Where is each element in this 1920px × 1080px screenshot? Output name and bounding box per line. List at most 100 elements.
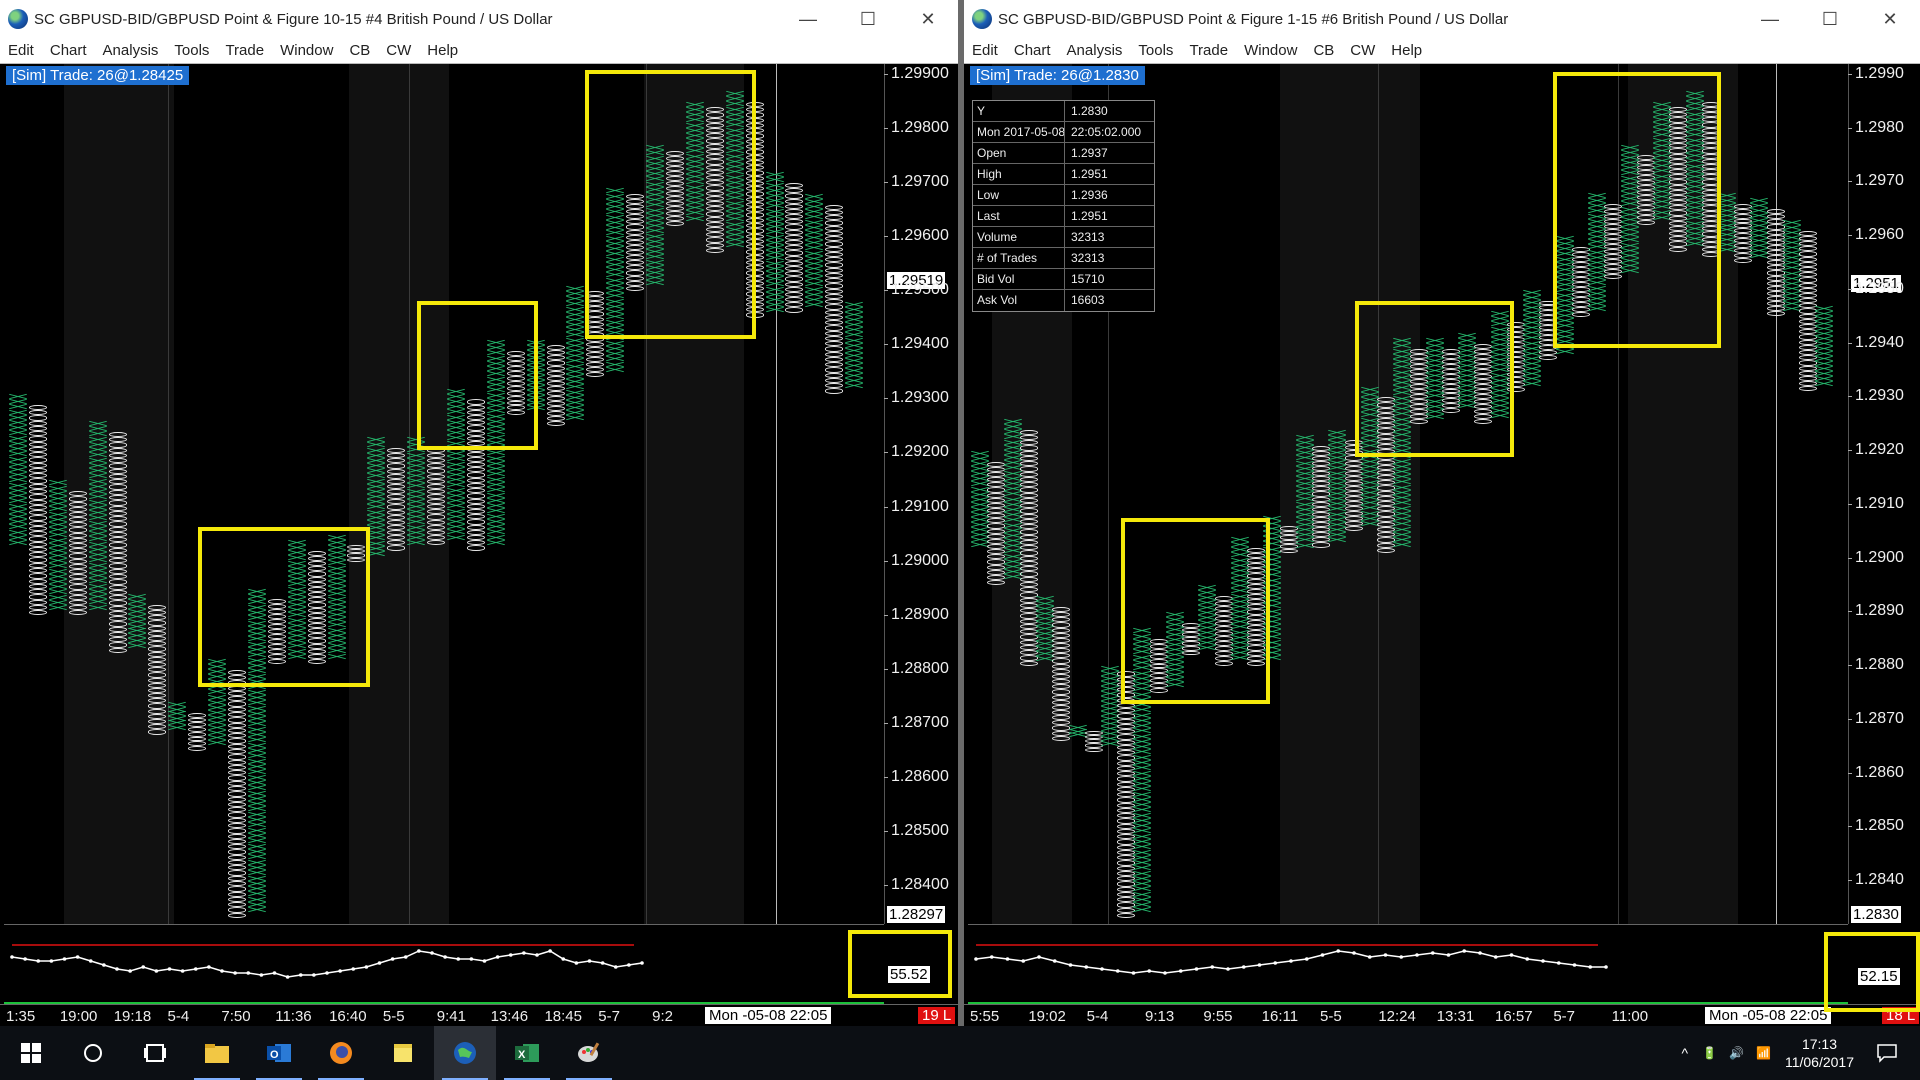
firefox-icon[interactable] <box>310 1026 372 1080</box>
menu-edit[interactable]: Edit <box>0 42 42 59</box>
o-box <box>148 677 167 683</box>
o-box <box>1019 450 1038 456</box>
o-box <box>785 250 804 256</box>
task-view-icon[interactable] <box>124 1026 186 1080</box>
o-box <box>427 468 446 474</box>
title-bar[interactable]: SC GBPUSD-BID/GBPUSD Point & Figure 10-1… <box>0 0 958 38</box>
wifi-icon[interactable]: 📶 <box>1756 1046 1771 1060</box>
menu-window[interactable]: Window <box>1236 42 1305 59</box>
volume-icon[interactable]: 🔊 <box>1729 1046 1744 1060</box>
chart-window-left[interactable]: SC GBPUSD-BID/GBPUSD Point & Figure 10-1… <box>0 0 958 1026</box>
pnf-x-column <box>1329 430 1345 543</box>
menu-bar: Edit Chart Analysis Tools Trade Window C… <box>964 38 1920 64</box>
time-tick-label: 19:02 <box>1028 1008 1066 1025</box>
o-box <box>148 651 167 657</box>
o-box <box>427 519 446 525</box>
o-box <box>1344 526 1363 532</box>
menu-analysis[interactable]: Analysis <box>1059 42 1131 59</box>
data-window-row: Low 1.2936 <box>973 185 1154 206</box>
menu-help[interactable]: Help <box>1383 42 1430 59</box>
oscillator-pane[interactable] <box>968 924 1848 1004</box>
x-box <box>446 535 466 540</box>
price-axis[interactable]: 1.2951 1.2830 1.2990 1.2980 1.2970 1.2960 1.… <box>1848 64 1918 924</box>
oscillator-point <box>1147 969 1152 973</box>
menu-trade[interactable]: Trade <box>217 42 272 59</box>
pnf-x-column <box>127 594 147 648</box>
close-icon[interactable]: ✕ <box>898 9 958 30</box>
time-tick-label: 16:57 <box>1495 1008 1533 1025</box>
oscillator-point <box>377 961 382 965</box>
menu-cw[interactable]: CW <box>378 42 419 59</box>
paint-icon[interactable] <box>558 1026 620 1080</box>
o-box <box>108 505 127 511</box>
maximize-icon[interactable]: ☐ <box>1800 9 1860 30</box>
o-box <box>825 241 844 247</box>
oscillator-point <box>220 969 224 973</box>
menu-cb[interactable]: CB <box>341 42 378 59</box>
chart-window-right[interactable]: SC GBPUSD-BID/GBPUSD Point & Figure 1-15… <box>964 0 1920 1026</box>
menu-trade[interactable]: Trade <box>1181 42 1236 59</box>
maximize-icon[interactable]: ☐ <box>838 9 898 30</box>
menu-help[interactable]: Help <box>419 42 466 59</box>
o-box <box>825 325 844 331</box>
oscillator-point <box>1273 961 1278 965</box>
outlook-icon[interactable]: O <box>248 1026 310 1080</box>
menu-chart[interactable]: Chart <box>1006 42 1059 59</box>
title-bar[interactable]: SC GBPUSD-BID/GBPUSD Point & Figure 1-15… <box>964 0 1920 38</box>
o-box <box>546 421 565 427</box>
oscillator-point <box>974 957 978 961</box>
close-icon[interactable]: ✕ <box>1860 9 1920 30</box>
o-box <box>1052 622 1071 628</box>
notification-icon[interactable] <box>1876 1043 1898 1063</box>
menu-tools[interactable]: Tools <box>1130 42 1181 59</box>
o-box <box>427 514 446 520</box>
o-box <box>825 220 844 226</box>
oscillator-point <box>1178 969 1183 973</box>
price-tick-label: 1.28400 <box>884 876 949 894</box>
menu-tools[interactable]: Tools <box>166 42 217 59</box>
menu-cw[interactable]: CW <box>1342 42 1383 59</box>
sierra-chart-icon[interactable] <box>434 1026 496 1080</box>
oscillator-point <box>508 953 513 957</box>
o-box <box>1766 311 1785 317</box>
menu-cb[interactable]: CB <box>1305 42 1342 59</box>
menu-analysis[interactable]: Analysis <box>95 42 167 59</box>
o-box <box>427 478 446 484</box>
menu-chart[interactable]: Chart <box>42 42 95 59</box>
price-tick-label: 1.2910 <box>1848 494 1904 512</box>
oscillator-pane[interactable] <box>4 924 884 1004</box>
o-box <box>785 193 804 199</box>
chart-values-window[interactable]: Y 1.2830 Mon 2017-05-08 22:05:02.000 Open 1.2… <box>972 100 1155 312</box>
time-axis[interactable]: Mon -05-08 22:05 18 L 5:55 19:02 5-4 9:13 9:… <box>964 1004 1920 1026</box>
oscillator-point <box>167 967 172 971</box>
menu-window[interactable]: Window <box>272 42 341 59</box>
o-box <box>546 375 565 381</box>
minimize-icon[interactable]: — <box>778 9 838 30</box>
data-window-value: 1.2936 <box>1071 188 1108 202</box>
oscillator-point <box>1257 963 1262 967</box>
time-tick-label: 19:18 <box>113 1008 152 1025</box>
search-circle-icon[interactable] <box>62 1026 124 1080</box>
sticky-notes-icon[interactable] <box>372 1026 434 1080</box>
oscillator-point <box>325 971 329 975</box>
o-box <box>108 642 127 648</box>
time-axis[interactable]: Mon -05-08 22:05 19 L 1:35 19:00 19:18 5-4 7… <box>0 1004 958 1026</box>
minimize-icon[interactable]: — <box>1740 9 1800 30</box>
battery-icon[interactable]: 🔋 <box>1702 1046 1717 1060</box>
o-box <box>227 754 246 760</box>
o-box <box>68 527 87 533</box>
clock[interactable]: 17:13 11/06/2017 <box>1785 1035 1854 1071</box>
x-box <box>247 907 267 912</box>
oscillator-point <box>1572 963 1577 967</box>
highlight-box <box>1824 932 1920 1012</box>
menu-edit[interactable]: Edit <box>964 42 1006 59</box>
file-explorer-icon[interactable] <box>186 1026 248 1080</box>
oscillator-plot <box>968 944 1848 1004</box>
excel-icon[interactable]: X <box>496 1026 558 1080</box>
data-window-row: Last 1.2951 <box>973 206 1154 227</box>
o-box <box>1019 660 1038 666</box>
price-tick-label: 1.28500 <box>884 822 949 840</box>
windows-start-icon[interactable] <box>0 1026 62 1080</box>
tray-chevron-icon[interactable]: ^ <box>1682 1045 1689 1061</box>
price-axis[interactable]: 1.29519 1.28297 1.29900 1.29800 1.29700 1.2… <box>884 64 954 924</box>
